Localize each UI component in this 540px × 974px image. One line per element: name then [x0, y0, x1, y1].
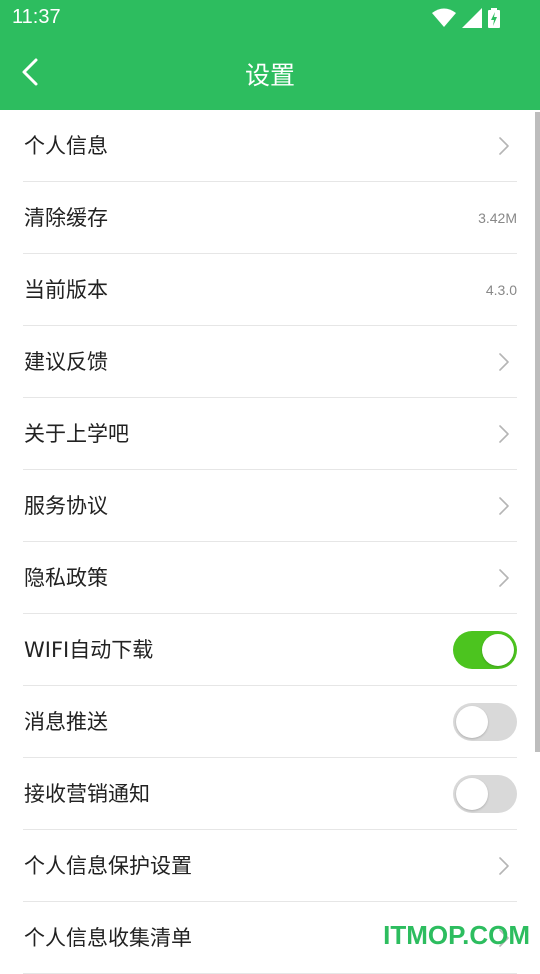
status-time: 11:37	[12, 6, 61, 28]
settings-row-label: 接收营销通知	[24, 782, 150, 806]
settings-row[interactable]: 消息推送	[23, 686, 517, 758]
status-icons	[432, 8, 500, 28]
settings-list: 个人信息清除缓存 3.42M 当前版本 4.3.0 建议反馈关于上学吧服务协议隐私政策 W…	[0, 110, 540, 974]
wifi-icon	[432, 8, 456, 28]
chevron-right-icon	[499, 569, 509, 587]
settings-row[interactable]: 关于上学吧	[23, 398, 517, 470]
settings-row-label: 当前版本	[24, 278, 108, 302]
settings-row[interactable]: 个人信息	[23, 110, 517, 182]
scrollbar[interactable]	[535, 112, 540, 752]
settings-row[interactable]: WIFI自动下载	[23, 614, 517, 686]
settings-row-label: 建议反馈	[24, 350, 108, 374]
chevron-right-icon	[499, 497, 509, 515]
settings-row-value: 3.42M	[478, 210, 517, 226]
status-bar: 11:37	[0, 0, 540, 36]
chevron-right-icon	[499, 857, 509, 875]
battery-icon	[488, 8, 500, 28]
settings-row-label: 个人信息保护设置	[24, 854, 192, 878]
toggle-knob	[482, 634, 514, 666]
app-header: 11:37 设置	[0, 0, 540, 110]
settings-row-label: 清除缓存	[24, 206, 108, 230]
settings-row[interactable]: 个人信息保护设置	[23, 830, 517, 902]
toggle-switch[interactable]	[453, 703, 517, 741]
settings-row-label: 服务协议	[24, 494, 108, 518]
settings-row-label: 隐私政策	[24, 566, 108, 590]
toggle-switch[interactable]	[453, 631, 517, 669]
settings-row[interactable]: 服务协议	[23, 470, 517, 542]
chevron-right-icon	[499, 137, 509, 155]
settings-row[interactable]: 接收营销通知	[23, 758, 517, 830]
title-bar: 设置	[0, 36, 540, 110]
chevron-right-icon	[499, 353, 509, 371]
settings-row-label: 个人信息	[24, 134, 108, 158]
settings-row[interactable]: 清除缓存 3.42M	[23, 182, 517, 254]
settings-row-label: 消息推送	[24, 710, 108, 734]
settings-row-label: 个人信息收集清单	[24, 926, 192, 950]
settings-row-value: 4.3.0	[485, 282, 517, 298]
toggle-knob	[456, 778, 488, 810]
settings-row[interactable]: 当前版本 4.3.0	[23, 254, 517, 326]
settings-row-label: 关于上学吧	[24, 422, 129, 446]
watermark: ITMOP.COM	[383, 920, 530, 950]
chevron-right-icon	[499, 425, 509, 443]
page-title: 设置	[244, 61, 295, 90]
toggle-switch[interactable]	[453, 775, 517, 813]
settings-row-label: WIFI自动下载	[24, 638, 154, 662]
signal-icon	[462, 8, 482, 28]
settings-row[interactable]: 隐私政策	[23, 542, 517, 614]
settings-row[interactable]: 建议反馈	[23, 326, 517, 398]
toggle-knob	[456, 706, 488, 738]
